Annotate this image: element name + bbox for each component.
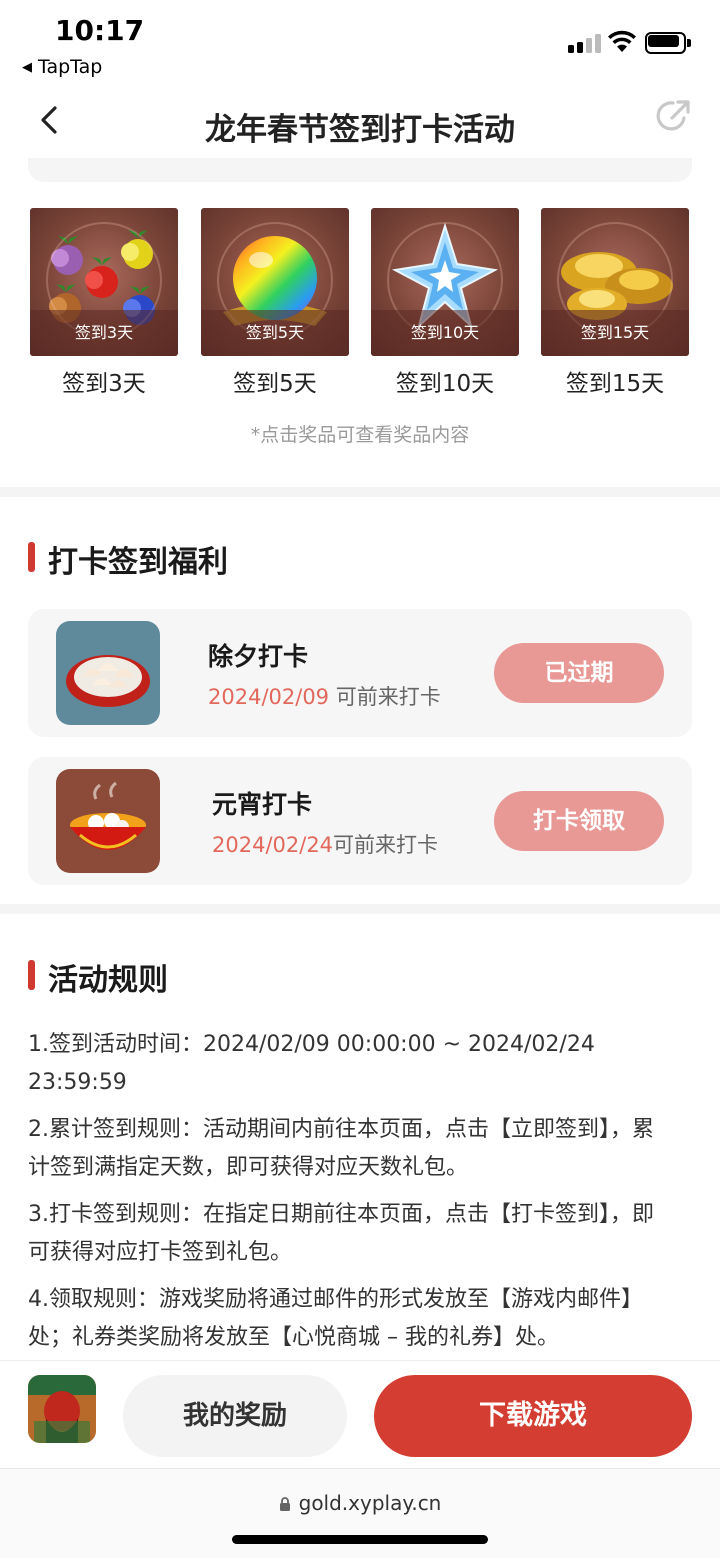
checkin-name: 除夕打卡	[208, 642, 309, 671]
clock: 10:17	[55, 14, 145, 47]
dumplings-icon	[56, 621, 160, 725]
reward-label: 签到3天	[62, 371, 146, 397]
rules-section-title: 活动规则	[28, 955, 168, 999]
checkin-date: 2024/02/09	[208, 685, 330, 709]
lock-icon	[279, 1497, 290, 1511]
reward-image: 签到5天	[201, 208, 349, 356]
reward-image: 签到3天	[30, 208, 178, 356]
rule-line: 3.打卡签到规则：在指定日期前往本页面，点击【打卡签到】，即可获得对应打卡签到礼…	[28, 1202, 654, 1265]
reward-item[interactable]: 签到5天 签到5天	[201, 208, 349, 398]
bottom-action-bar: 我的奖励 下载游戏	[0, 1360, 720, 1468]
game-avatar[interactable]	[28, 1375, 96, 1443]
back-app-label: TapTap	[38, 56, 103, 78]
download-game-button[interactable]: 下载游戏	[374, 1375, 692, 1457]
browser-url-bar[interactable]: gold.xyplay.cn	[0, 1468, 720, 1558]
url-text: gold.xyplay.cn	[298, 1491, 442, 1515]
reward-tag: 签到10天	[371, 310, 519, 356]
checkin-name: 元宵打卡	[212, 790, 313, 819]
reward-item[interactable]: 签到15天 签到15天	[541, 208, 689, 398]
reward-item[interactable]: 签到10天 签到10天	[371, 208, 519, 398]
checkin-suffix: 可前来打卡	[329, 685, 441, 709]
url-display: gold.xyplay.cn	[0, 1491, 720, 1515]
checkin-section-title: 打卡签到福利	[28, 537, 228, 581]
tangyuan-bowl-icon	[56, 769, 160, 873]
reward-label: 签到5天	[233, 371, 317, 397]
reward-image: 签到10天	[371, 208, 519, 356]
reward-tag: 签到5天	[201, 310, 349, 356]
home-indicator	[232, 1535, 488, 1544]
reward-image: 签到15天	[541, 208, 689, 356]
reward-item[interactable]: 签到3天 签到3天	[30, 208, 178, 398]
rule-line: 1.签到活动时间：2024/02/09 00:00:00 ~ 2024/02/2…	[28, 1032, 595, 1095]
reward-tag: 签到3天	[30, 310, 178, 356]
cellular-signal-icon	[568, 33, 602, 53]
scrolled-card-edge	[28, 158, 692, 182]
checkin-date-line: 2024/02/09 可前来打卡	[208, 681, 441, 711]
checkin-card: 除夕打卡 2024/02/09 可前来打卡 已过期	[28, 609, 692, 737]
rule-line: 4.领取规则：游戏奖励将通过邮件的形式发放至【游戏内邮件】处；礼券类奖励将发放至…	[28, 1287, 643, 1350]
my-rewards-button[interactable]: 我的奖励	[123, 1375, 347, 1457]
section-divider	[0, 487, 720, 497]
page-title: 龙年春节签到打卡活动	[205, 112, 515, 148]
back-to-app-link[interactable]: ◀ TapTap	[22, 56, 102, 78]
checkin-date: 2024/02/24	[212, 833, 334, 857]
battery-icon	[645, 32, 691, 54]
reward-label: 签到15天	[565, 371, 665, 397]
checkin-date-line: 2024/02/24可前来打卡	[212, 829, 438, 859]
section-divider	[0, 904, 720, 914]
nav-bar: 龙年春节签到打卡活动	[0, 90, 720, 160]
reward-label: 签到10天	[395, 371, 495, 397]
wifi-icon	[608, 30, 636, 52]
status-bar: 10:17 ◀ TapTap	[0, 0, 720, 90]
checkin-card: 元宵打卡 2024/02/24可前来打卡 打卡领取	[28, 757, 692, 885]
back-triangle-icon: ◀	[22, 60, 32, 75]
rules-text: 1.签到活动时间：2024/02/09 00:00:00 ~ 2024/02/2…	[28, 1026, 668, 1366]
reward-hint: *点击奖品可查看奖品内容	[250, 424, 470, 446]
rule-line: 2.累计签到规则：活动期间内前往本页面，点击【立即签到】，累计签到满指定天数，即…	[28, 1117, 654, 1180]
share-icon[interactable]	[654, 96, 694, 136]
checkin-suffix: 可前来打卡	[333, 833, 439, 857]
expired-button[interactable]: 已过期	[494, 643, 664, 703]
checkin-claim-button[interactable]: 打卡领取	[494, 791, 664, 851]
reward-tag: 签到15天	[541, 310, 689, 356]
